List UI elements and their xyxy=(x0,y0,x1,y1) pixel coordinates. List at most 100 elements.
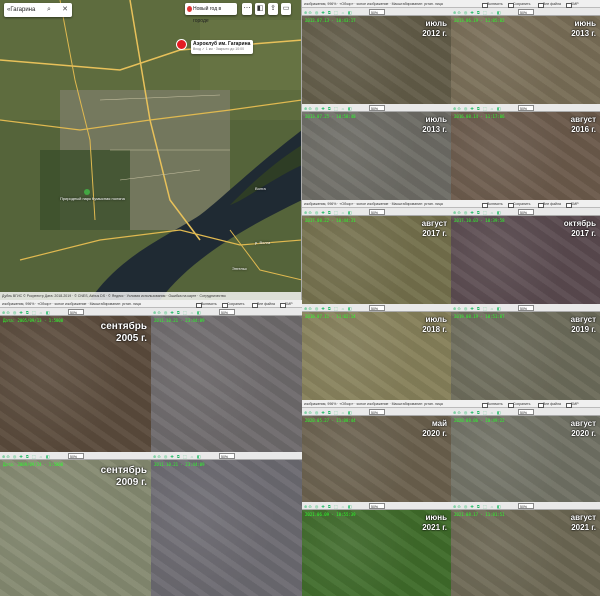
image-cell[interactable]: ⊕⊖ ◎ ✚ ⧉ ⬚ ⇔ ◧ 50% 2018.07.11 · 11:02:14 ию… xyxy=(302,304,451,400)
zoom-select[interactable]: 50% xyxy=(68,453,84,459)
toolbar-icons[interactable]: ⊕⊖ ◎ ✚ ⧉ ⬚ ⇔ ◧ xyxy=(2,310,51,315)
toolbar-icons[interactable]: ⊕⊖ ◎ ✚ ⧉ ⬚ ⇔ ◧ xyxy=(304,10,353,15)
cell-toolbar[interactable]: ⊕⊖ ◎ ✚ ⧉ ⬚ ⇔ ◧ 50% xyxy=(302,304,451,312)
toolbar-icons[interactable]: ⊕⊖ ◎ ✚ ⧉ ⬚ ⇔ ◧ xyxy=(304,106,353,111)
image-cell[interactable]: ⊕⊖ ◎ ✚ ⧉ ⬚ ⇔ ◧ 50% 2011.10.21 · 23:44:09 xyxy=(151,452,302,596)
image-cell[interactable]: ⊕⊖ ◎ ✚ ⧉ ⬚ ⇔ ◧ 50% 2011.10.21 · 23:44:09 xyxy=(151,308,302,452)
ruler-icon[interactable]: ▭ xyxy=(281,3,291,15)
checkbox-bmp[interactable]: БМР xyxy=(566,402,579,408)
toolbar-icons[interactable]: ⊕⊖ ◎ ✚ ⧉ ⬚ ⇔ ◧ xyxy=(453,10,502,15)
image-cell[interactable]: ⊕⊖ ◎ ✚ ⧉ ⬚ ⇔ ◧ 50% Дата: 2005/09/13 · 1:50… xyxy=(0,308,151,452)
image-cell[interactable]: ⊕⊖ ◎ ✚ ⧉ ⬚ ⇔ ◧ 50% 2016.08.14 · 11:17:06 ав… xyxy=(451,104,600,200)
location-pin-icon[interactable] xyxy=(176,39,187,50)
menu-icon[interactable]: ⋯ xyxy=(242,3,252,15)
close-icon[interactable]: ✕ xyxy=(60,3,70,17)
layers-icon[interactable]: ◧ xyxy=(255,3,265,15)
cell-toolbar[interactable]: ⊕⊖ ◎ ✚ ⧉ ⬚ ⇔ ◧ 50% xyxy=(302,208,451,216)
image-cell[interactable]: ⊕⊖ ◎ ✚ ⧉ ⬚ ⇔ ◧ 50% 2012.07.13 · 10:43:17 ию… xyxy=(302,8,451,104)
zoom-select[interactable]: 50% xyxy=(369,105,385,111)
cell-toolbar[interactable]: ⊕⊖ ◎ ✚ ⧉ ⬚ ⇔ ◧ 50% xyxy=(302,408,451,416)
zoom-select[interactable]: 50% xyxy=(369,409,385,415)
poi-card[interactable]: Аэроклуб им. Гагарина Вход ✓ 1 км · Закр… xyxy=(191,40,253,54)
toolbar-icons[interactable]: ⊕⊖ ◎ ✚ ⧉ ⬚ ⇔ ◧ xyxy=(453,410,502,415)
viewer-titlebar[interactable]: изображения, 996% · «Обзор» · ясное изоб… xyxy=(0,300,302,308)
zoom-select[interactable]: 50% xyxy=(369,503,385,509)
share-icon[interactable]: ⇪ xyxy=(268,3,278,15)
checkbox-bmp[interactable]: БМР xyxy=(280,302,293,308)
checkbox-outside[interactable]: Вне файла xyxy=(538,202,561,208)
toolbar-icons[interactable]: ⊕⊖ ◎ ✚ ⧉ ⬚ ⇔ ◧ xyxy=(304,504,353,509)
zoom-select[interactable]: 50% xyxy=(518,105,534,111)
toolbar-icons[interactable]: ⊕⊖ ◎ ✚ ⧉ ⬚ ⇔ ◧ xyxy=(153,310,202,315)
toolbar-icons[interactable]: ⊕⊖ ◎ ✚ ⧉ ⬚ ⇔ ◧ xyxy=(304,410,353,415)
toolbar-icons[interactable]: ⊕⊖ ◎ ✚ ⧉ ⬚ ⇔ ◧ xyxy=(153,454,202,459)
image-cell[interactable]: ⊕⊖ ◎ ✚ ⧉ ⬚ ⇔ ◧ 50% 2020.08.06 · 10:49:22 ав… xyxy=(451,408,600,502)
checkbox-save[interactable]: Сохранить xyxy=(508,2,530,8)
cell-toolbar[interactable]: ⊕⊖ ◎ ✚ ⧉ ⬚ ⇔ ◧ 50% xyxy=(451,304,600,312)
viewer-titlebar[interactable]: изображения, 996% · «Обзор» · ясное изоб… xyxy=(302,400,600,408)
image-cell[interactable]: ⊕⊖ ◎ ✚ ⧉ ⬚ ⇔ ◧ 50% 2017.08.22 · 10:44:31 ав… xyxy=(302,208,451,304)
cell-toolbar[interactable]: ⊕⊖ ◎ ✚ ⧉ ⬚ ⇔ ◧ 50% xyxy=(0,452,151,460)
image-cell[interactable]: ⊕⊖ ◎ ✚ ⧉ ⬚ ⇔ ◧ 50% 2017.10.03 · 10:39:58 ок… xyxy=(451,208,600,304)
viewer-window-right-1[interactable]: изображения, 996% · «Обзор» · ясное изоб… xyxy=(302,0,600,200)
image-cell[interactable]: ⊕⊖ ◎ ✚ ⧉ ⬚ ⇔ ◧ 50% 2021.06.09 · 10:55:39 ию… xyxy=(302,502,451,596)
checkbox-bmp[interactable]: БМР xyxy=(566,2,579,8)
zoom-select[interactable]: 50% xyxy=(219,453,235,459)
image-cell[interactable]: ⊕⊖ ◎ ✚ ⧉ ⬚ ⇔ ◧ 50% 2019.08.19 · 10:51:07 ав… xyxy=(451,304,600,400)
viewer-titlebar[interactable]: изображения, 996% · «Обзор» · ясное изоб… xyxy=(302,0,600,8)
zoom-select[interactable]: 50% xyxy=(518,503,534,509)
image-cell[interactable]: ⊕⊖ ◎ ✚ ⧉ ⬚ ⇔ ◧ 50% 2020.05.27 · 11:08:44 ма… xyxy=(302,408,451,502)
viewer-window-right-2[interactable]: изображения, 996% · «Обзор» · ясное изоб… xyxy=(302,200,600,400)
checkbox-enable[interactable]: Включить xyxy=(482,402,503,408)
checkbox-save[interactable]: Сохранить xyxy=(222,302,244,308)
cell-toolbar[interactable]: ⊕⊖ ◎ ✚ ⧉ ⬚ ⇔ ◧ 50% xyxy=(451,208,600,216)
image-cell[interactable]: ⊕⊖ ◎ ✚ ⧉ ⬚ ⇔ ◧ 50% 2013.07.25 · 10:58:40 ию… xyxy=(302,104,451,200)
cell-toolbar[interactable]: ⊕⊖ ◎ ✚ ⧉ ⬚ ⇔ ◧ 50% xyxy=(151,452,302,460)
zoom-select[interactable]: 50% xyxy=(369,305,385,311)
image-cell[interactable]: ⊕⊖ ◎ ✚ ⧉ ⬚ ⇔ ◧ 50% 2021.08.17 · 11:01:51 ав… xyxy=(451,502,600,596)
toolbar-icons[interactable]: ⊕⊖ ◎ ✚ ⧉ ⬚ ⇔ ◧ xyxy=(453,306,502,311)
zoom-select[interactable]: 50% xyxy=(369,9,385,15)
viewer-window-left[interactable]: изображения, 996% · «Обзор» · ясное изоб… xyxy=(0,300,302,596)
image-cell[interactable]: ⊕⊖ ◎ ✚ ⧉ ⬚ ⇔ ◧ 50% 2013.06.19 · 11:05:02 ию… xyxy=(451,8,600,104)
zoom-select[interactable]: 50% xyxy=(518,305,534,311)
checkbox-enable[interactable]: Включить xyxy=(482,2,503,8)
viewer-titlebar[interactable]: изображения, 996% · «Обзор» · ясное изоб… xyxy=(302,200,600,208)
cell-toolbar[interactable]: ⊕⊖ ◎ ✚ ⧉ ⬚ ⇔ ◧ 50% xyxy=(451,104,600,112)
checkbox-bmp[interactable]: БМР xyxy=(566,202,579,208)
toolbar-icons[interactable]: ⊕⊖ ◎ ✚ ⧉ ⬚ ⇔ ◧ xyxy=(304,306,353,311)
search-icon[interactable]: ⌕ xyxy=(44,3,54,17)
checkbox-save[interactable]: Сохранить xyxy=(508,202,530,208)
cell-toolbar[interactable]: ⊕⊖ ◎ ✚ ⧉ ⬚ ⇔ ◧ 50% xyxy=(451,8,600,16)
zoom-select[interactable]: 50% xyxy=(219,309,235,315)
image-cell[interactable]: ⊕⊖ ◎ ✚ ⧉ ⬚ ⇔ ◧ 50% Дата: 2009/09/24 · 1:50… xyxy=(0,452,151,596)
checkbox-enable[interactable]: Включить xyxy=(196,302,217,308)
cell-toolbar[interactable]: ⊕⊖ ◎ ✚ ⧉ ⬚ ⇔ ◧ 50% xyxy=(451,502,600,510)
checkbox-enable[interactable]: Включить xyxy=(482,202,503,208)
zoom-select[interactable]: 50% xyxy=(518,9,534,15)
checkbox-save[interactable]: Сохранить xyxy=(508,402,530,408)
map-panel[interactable]: «Гагарина ⌕ ✕ Новый год в городе ⋯ ◧ ⇪ ▭… xyxy=(0,0,302,300)
zoom-select[interactable]: 50% xyxy=(518,409,534,415)
cell-toolbar[interactable]: ⊕⊖ ◎ ✚ ⧉ ⬚ ⇔ ◧ 50% xyxy=(302,8,451,16)
cell-toolbar[interactable]: ⊕⊖ ◎ ✚ ⧉ ⬚ ⇔ ◧ 50% xyxy=(451,408,600,416)
toolbar-icons[interactable]: ⊕⊖ ◎ ✚ ⧉ ⬚ ⇔ ◧ xyxy=(2,454,51,459)
cell-toolbar[interactable]: ⊕⊖ ◎ ✚ ⧉ ⬚ ⇔ ◧ 50% xyxy=(151,308,302,316)
toolbar-icons[interactable]: ⊕⊖ ◎ ✚ ⧉ ⬚ ⇔ ◧ xyxy=(304,210,353,215)
zoom-select[interactable]: 50% xyxy=(518,209,534,215)
checkbox-outside[interactable]: Вне файла xyxy=(538,2,561,8)
map-search-input[interactable]: «Гагарина ⌕ ✕ xyxy=(4,3,72,17)
capture-month: август xyxy=(570,513,596,522)
cell-toolbar[interactable]: ⊕⊖ ◎ ✚ ⧉ ⬚ ⇔ ◧ 50% xyxy=(0,308,151,316)
viewer-window-right-3[interactable]: изображения, 996% · «Обзор» · ясное изоб… xyxy=(302,400,600,596)
new-year-button[interactable]: Новый год в городе xyxy=(185,3,237,24)
zoom-select[interactable]: 50% xyxy=(369,209,385,215)
checkbox-outside[interactable]: Вне файла xyxy=(252,302,275,308)
zoom-select[interactable]: 50% xyxy=(68,309,84,315)
toolbar-icons[interactable]: ⊕⊖ ◎ ✚ ⧉ ⬚ ⇔ ◧ xyxy=(453,106,502,111)
checkbox-outside[interactable]: Вне файла xyxy=(538,402,561,408)
toolbar-icons[interactable]: ⊕⊖ ◎ ✚ ⧉ ⬚ ⇔ ◧ xyxy=(453,210,502,215)
toolbar-icons[interactable]: ⊕⊖ ◎ ✚ ⧉ ⬚ ⇔ ◧ xyxy=(453,504,502,509)
cell-toolbar[interactable]: ⊕⊖ ◎ ✚ ⧉ ⬚ ⇔ ◧ 50% xyxy=(302,502,451,510)
cell-toolbar[interactable]: ⊕⊖ ◎ ✚ ⧉ ⬚ ⇔ ◧ 50% xyxy=(302,104,451,112)
